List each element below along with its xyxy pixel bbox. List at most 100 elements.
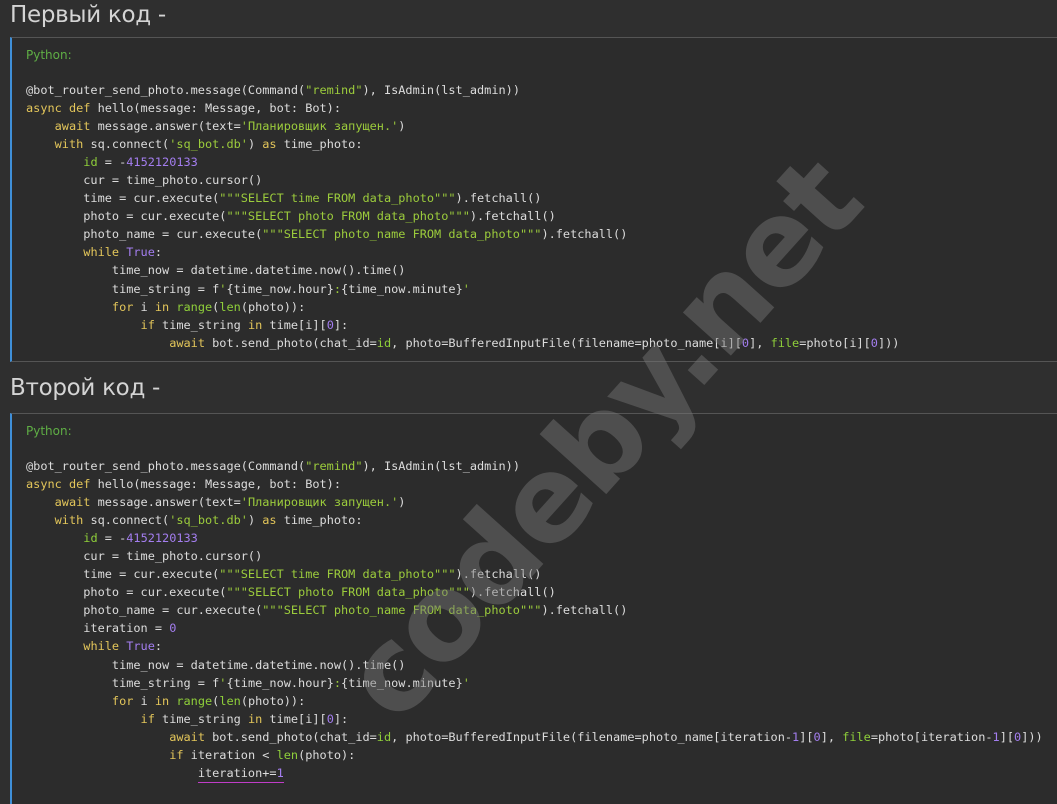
code-token: 0 bbox=[169, 621, 177, 636]
code-token: file bbox=[770, 335, 800, 350]
code-token: , photo=BufferedInputFile(filename=photo… bbox=[391, 335, 742, 350]
code-token: 0 bbox=[326, 711, 334, 726]
code-token: photo_name = cur.execute( bbox=[26, 227, 263, 242]
code-token: time = cur.execute( bbox=[26, 191, 220, 206]
code-token: 'sq_bot.db' bbox=[169, 137, 248, 152]
code-token: while bbox=[83, 639, 127, 654]
code-line: time_string = f ' {time_now.hour}:{time_no… bbox=[26, 674, 1043, 692]
code-token: ], bbox=[749, 335, 771, 350]
code-token: if bbox=[169, 747, 191, 762]
code-line: await bot.send_photo(chat_id=id, photo=B… bbox=[26, 728, 1043, 746]
code-token: 1 bbox=[276, 765, 284, 783]
code-token: """SELECT photo_name FROM data_photo""" bbox=[262, 603, 542, 618]
section-heading-second: Второй код - bbox=[10, 375, 161, 401]
code-token: message.answer(text= bbox=[97, 119, 241, 134]
code-line: await message.answer(text='Планировщик з… bbox=[26, 493, 1043, 511]
code-token: "remind" bbox=[305, 83, 363, 97]
code-line: while True: bbox=[26, 243, 899, 261]
code-token: len bbox=[219, 299, 241, 314]
code-line: await message.answer(text='Планировщик з… bbox=[26, 117, 899, 135]
code-token: True bbox=[126, 245, 155, 260]
code-token: with bbox=[54, 513, 91, 528]
code-token: while bbox=[83, 245, 127, 260]
code-token: time_photo: bbox=[283, 137, 363, 152]
code-token: : bbox=[154, 639, 163, 654]
code-token: in bbox=[247, 317, 270, 332]
code-token: ' bbox=[462, 281, 470, 296]
code-token: for bbox=[111, 693, 141, 708]
code-token: ), IsAdmin(lst_admin)) bbox=[362, 459, 520, 473]
code-token: {time_now.hour} bbox=[226, 675, 334, 690]
code-line: for i in range(len(photo)): bbox=[26, 298, 899, 316]
code-token: ) bbox=[247, 137, 263, 152]
code-token: ).fetchall() bbox=[455, 567, 542, 582]
code-line: time_string = f ' {time_now.hour}:{time_no… bbox=[26, 280, 899, 298]
code-token: await bbox=[54, 119, 98, 134]
code-token: hello(message: Message, bot: Bot): bbox=[97, 101, 341, 116]
code-line: photo = cur.execute("""SELECT photo FROM… bbox=[26, 583, 1043, 601]
code-line: if iteration < len(photo): bbox=[26, 746, 1043, 764]
code-token: , photo=BufferedInputFile(filename=photo… bbox=[391, 729, 793, 744]
code-token: id bbox=[376, 729, 392, 744]
code-token: ])) bbox=[877, 335, 900, 350]
code-token: photo_name = cur.execute( bbox=[26, 603, 263, 618]
code-token: (photo): bbox=[298, 747, 356, 762]
code-token: """SELECT photo FROM data_photo""" bbox=[226, 209, 470, 224]
code-token: if bbox=[140, 317, 163, 332]
code-token: len bbox=[219, 693, 241, 708]
code-token: bot.send_photo(chat_id= bbox=[212, 335, 377, 350]
code-line: async def hello(message: Message, bot: B… bbox=[26, 475, 1043, 493]
code-token: await bbox=[54, 495, 98, 510]
code-token: 0 bbox=[813, 729, 821, 744]
code-token: i bbox=[140, 299, 155, 314]
code-line: async def hello(message: Message, bot: B… bbox=[26, 99, 899, 117]
code-line: photo_name = cur.execute("""SELECT photo… bbox=[26, 601, 1043, 619]
code-line: with sq.connect('sq_bot.db') as time_pho… bbox=[26, 135, 899, 153]
code-token: as bbox=[262, 137, 284, 152]
code-token: (photo)): bbox=[240, 299, 306, 314]
code-token: i bbox=[140, 693, 155, 708]
code-token: for bbox=[111, 299, 141, 314]
code-line: while True: bbox=[26, 637, 1043, 655]
code-token: ) bbox=[398, 119, 406, 134]
code-token: time_photo: bbox=[283, 513, 363, 528]
code-block-second: Python: @bot_router_send_photo.message(C… bbox=[10, 413, 1057, 804]
code-token: id bbox=[83, 531, 98, 546]
code-token: {time_now.hour} bbox=[226, 281, 334, 296]
language-label: Python: bbox=[26, 48, 72, 62]
code-token: {time_now.minute} bbox=[341, 281, 463, 296]
code-token: range bbox=[176, 299, 213, 314]
code-token: sq.connect( bbox=[90, 137, 170, 152]
code-token: = - bbox=[97, 531, 127, 546]
code-token: ).fetchall() bbox=[469, 209, 556, 224]
code-token: 'Планировщик запущен.' bbox=[240, 495, 399, 510]
code-token: True bbox=[126, 639, 155, 654]
code-token: time_string = f bbox=[26, 675, 220, 690]
code-token: """SELECT photo_name FROM data_photo""" bbox=[262, 227, 542, 242]
code-token: time_string bbox=[162, 317, 248, 332]
code-token: time = cur.execute( bbox=[26, 567, 220, 582]
code-token: cur = time_photo.cursor() bbox=[26, 173, 263, 188]
code-token: ][ bbox=[799, 729, 814, 744]
code-token: photo = cur.execute( bbox=[26, 209, 227, 224]
code-content[interactable]: @bot_router_send_photo.message(Command("… bbox=[26, 81, 899, 352]
code-token: await bbox=[169, 335, 213, 350]
code-token: ][ bbox=[999, 729, 1015, 744]
code-token: bot.send_photo(chat_id= bbox=[212, 729, 377, 744]
code-content[interactable]: @bot_router_send_photo.message(Command("… bbox=[26, 457, 1043, 783]
code-token: : bbox=[154, 245, 163, 260]
code-line: if time_string in time[i][0]: bbox=[26, 316, 899, 334]
code-token: await bbox=[169, 729, 213, 744]
code-token: id bbox=[376, 335, 392, 350]
